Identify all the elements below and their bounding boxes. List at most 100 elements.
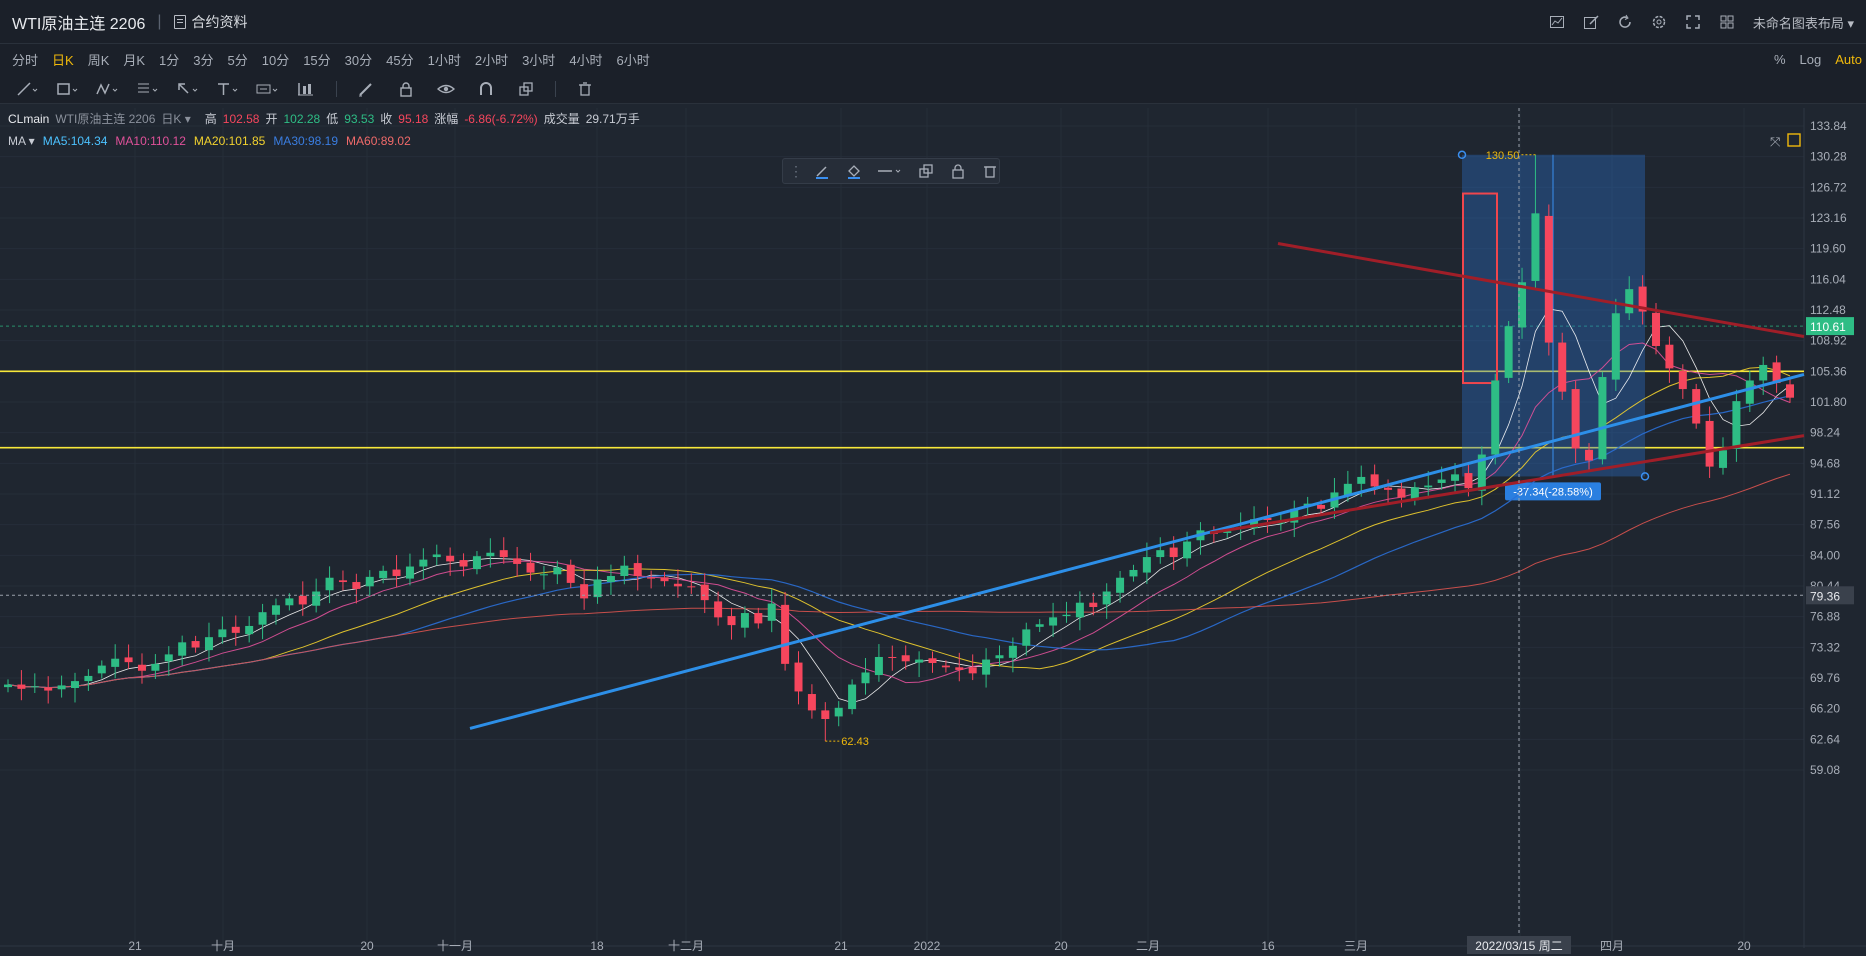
candle-body — [231, 626, 240, 633]
clone-drawing-icon[interactable] — [917, 162, 935, 180]
interval-0[interactable]: 分时 — [12, 50, 38, 69]
pencil-color-icon[interactable] — [813, 162, 831, 180]
candle-body — [298, 595, 307, 605]
trash-icon[interactable] — [574, 80, 596, 98]
time-tick: 三月 — [1344, 939, 1368, 953]
drag-handle-icon[interactable]: ⋮ — [789, 162, 803, 180]
measure-box[interactable]: -37.34(-28.58%) — [1457, 150, 1650, 501]
line-style-icon[interactable] — [877, 162, 903, 180]
candle-body — [1558, 342, 1567, 392]
low-label: 62.43 — [841, 736, 869, 748]
drawing-toolbar — [0, 74, 1866, 104]
eye-icon[interactable] — [435, 80, 457, 98]
candle-body — [17, 684, 26, 689]
candle-body — [1665, 344, 1674, 369]
scale-options: % Log Auto — [1774, 44, 1862, 74]
interval-14[interactable]: 4小时 — [569, 50, 602, 69]
interval-5[interactable]: 3分 — [193, 50, 213, 69]
interval-6[interactable]: 5分 — [228, 50, 248, 69]
text-tool-icon[interactable] — [216, 80, 238, 98]
time-tick: 二月 — [1136, 939, 1160, 953]
lock-icon[interactable] — [395, 80, 417, 98]
candle-body — [767, 603, 776, 621]
candle-body — [1719, 450, 1728, 468]
magnet-icon[interactable] — [475, 80, 497, 98]
measure-tool-icon[interactable] — [256, 80, 278, 98]
candle-body — [620, 565, 629, 577]
candle-body — [338, 580, 347, 583]
interval-9[interactable]: 30分 — [345, 50, 372, 69]
candle-body — [700, 584, 709, 601]
candle-body — [874, 656, 883, 676]
chart-snapshot-icon[interactable] — [1549, 14, 1565, 30]
refresh-icon[interactable] — [1617, 14, 1633, 30]
fill-color-icon[interactable] — [845, 162, 863, 180]
lock-drawing-icon[interactable] — [949, 162, 967, 180]
low-label: 低 — [326, 112, 339, 126]
interval-3[interactable]: 月K — [123, 50, 145, 69]
top-right-tools: 未命名图表布局 ▾ — [1549, 0, 1854, 44]
clone-icon[interactable] — [515, 80, 537, 98]
candle-body — [660, 577, 669, 582]
candle-body — [1424, 485, 1433, 488]
price-chart[interactable]: -37.34(-28.58%) 130.50 62.43 133.84 130.28… — [0, 108, 1866, 956]
price-tick: 84.00 — [1810, 548, 1840, 562]
brush-tool-icon[interactable] — [355, 80, 377, 98]
interval-12[interactable]: 2小时 — [475, 50, 508, 69]
candle-body — [352, 582, 361, 589]
delete-drawing-icon[interactable] — [981, 162, 999, 180]
interval-13[interactable]: 3小时 — [522, 50, 555, 69]
candle-body — [258, 612, 267, 625]
rectangle-tool-icon[interactable] — [56, 80, 78, 98]
time-tick: 21 — [128, 939, 142, 953]
bar-pattern-tool-icon[interactable] — [296, 80, 318, 98]
instrument-title[interactable]: WTI原油主连 2206 — [12, 10, 145, 34]
candle-body — [928, 658, 937, 664]
candle-body — [901, 655, 910, 662]
floating-drawing-toolbar: ⋮ — [782, 158, 1000, 184]
interval-11[interactable]: 1小时 — [428, 50, 461, 69]
time-axis[interactable]: 21十月20十一月18十二月21202220二月16三月22四月202022/0… — [128, 936, 1751, 954]
interval-2[interactable]: 周K — [88, 50, 110, 69]
symbol-name: WTI原油主连 2206 — [55, 112, 156, 126]
candle-body — [1451, 474, 1460, 481]
interval-4[interactable]: 1分 — [159, 50, 179, 69]
candle-body — [70, 681, 79, 688]
fibonacci-tool-icon[interactable] — [136, 80, 158, 98]
crosshair-settings-icon[interactable]: ⤧ — [1770, 134, 1781, 149]
period-selector[interactable]: 日K ▾ — [161, 110, 190, 127]
interval-10[interactable]: 45分 — [386, 50, 413, 69]
candle-body — [1585, 449, 1594, 461]
candle-body — [245, 625, 254, 635]
symbol-code: CLmain — [8, 111, 50, 126]
candle-body — [191, 641, 200, 648]
trend-line-tool-icon[interactable] — [16, 80, 38, 98]
time-tick: 2022 — [914, 939, 941, 953]
candle-body — [1008, 645, 1017, 658]
candle-body — [1089, 602, 1098, 608]
candle-body — [1370, 474, 1379, 487]
edit-icon[interactable] — [1583, 14, 1599, 30]
fullscreen-icon[interactable] — [1685, 14, 1701, 30]
ma-selector[interactable]: MA ▾ — [8, 134, 35, 148]
candle-body — [834, 707, 843, 717]
high-label: 高 — [204, 112, 217, 126]
interval-7[interactable]: 10分 — [262, 50, 289, 69]
candle-body — [446, 555, 455, 562]
auto-scale-button[interactable]: Auto — [1835, 52, 1862, 67]
interval-15[interactable]: 6小时 — [617, 50, 650, 69]
settings-gear-icon[interactable] — [1651, 14, 1667, 30]
candle-body — [1625, 289, 1634, 314]
arrow-tool-icon[interactable] — [176, 80, 198, 98]
interval-8[interactable]: 15分 — [303, 50, 330, 69]
pattern-tool-icon[interactable] — [96, 80, 118, 98]
time-tick: 16 — [1261, 939, 1275, 953]
layout-name-dropdown[interactable]: 未命名图表布局 ▾ — [1753, 13, 1854, 32]
layout-grid-icon[interactable] — [1719, 14, 1735, 30]
interval-1[interactable]: 日K — [52, 50, 74, 69]
percent-scale-button[interactable]: % — [1774, 52, 1786, 67]
high-value: 102.58 — [222, 111, 260, 126]
ma30-value: MA30:98.19 — [273, 134, 339, 148]
contract-info-button[interactable]: 合约资料 — [173, 12, 248, 32]
log-scale-button[interactable]: Log — [1800, 52, 1822, 67]
